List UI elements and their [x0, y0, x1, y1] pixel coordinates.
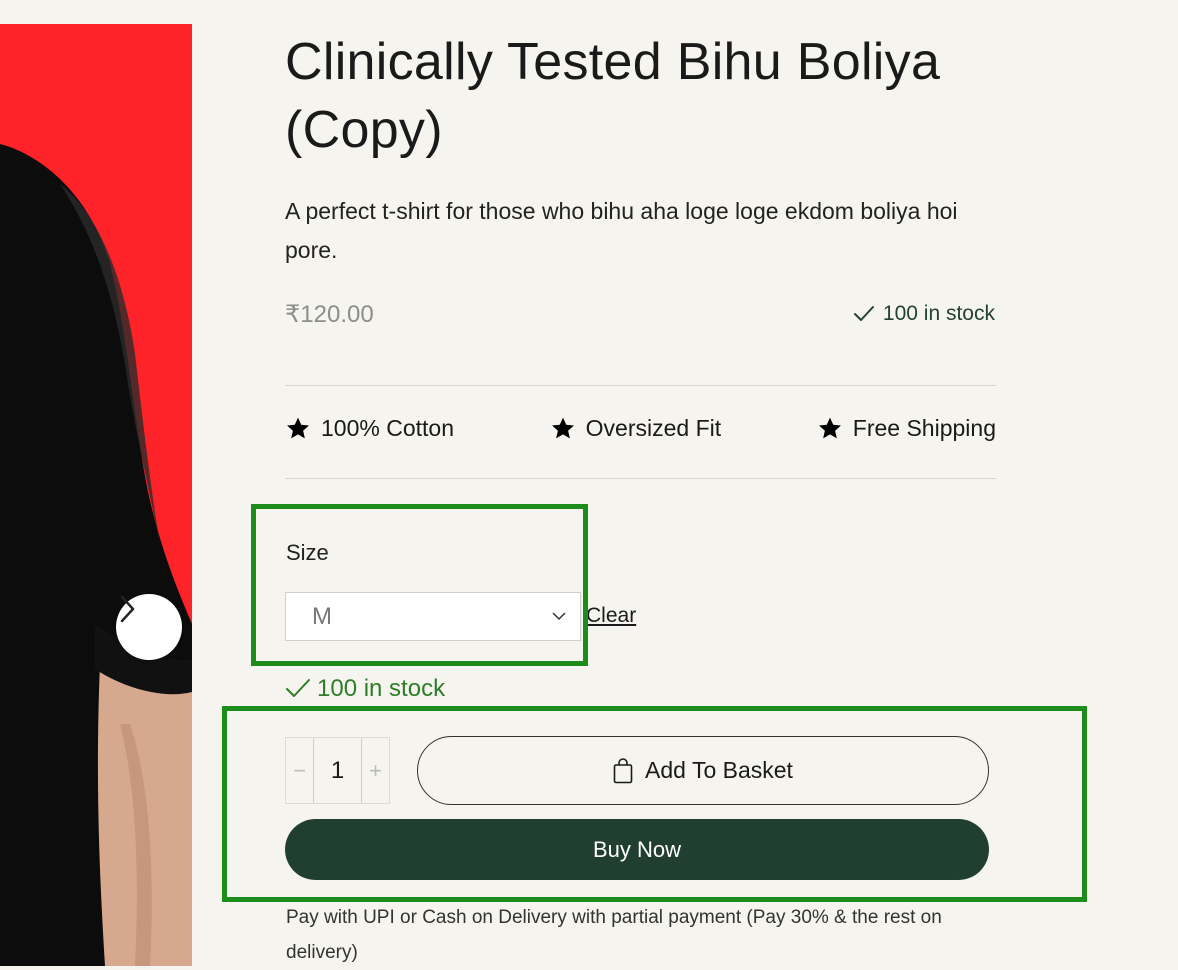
product-image	[0, 24, 192, 966]
divider	[285, 478, 996, 479]
feature-label: Oversized Fit	[585, 415, 722, 441]
next-image-button[interactable]	[116, 594, 182, 660]
clear-selection-link[interactable]: Clear	[586, 604, 636, 628]
stock-status-text: 100 in stock	[882, 302, 995, 325]
feature-list: 100% Cotton Oversized Fit Free Shipping	[285, 415, 996, 442]
variant-stock-status: 100 in stock	[285, 675, 445, 703]
feature-label: Free Shipping	[852, 415, 996, 441]
chevron-right-icon	[120, 595, 135, 623]
feature-item: Oversized Fit	[550, 415, 721, 442]
star-icon	[287, 417, 309, 439]
check-icon	[853, 306, 874, 321]
highlight-box-cart	[222, 706, 1087, 902]
check-icon	[286, 679, 310, 697]
feature-item: Free Shipping	[817, 415, 996, 442]
product-price: ₹120.00	[285, 301, 374, 328]
product-title: Clinically Tested Bihu Boliya (Copy)	[285, 33, 941, 159]
stock-status: 100 in stock	[853, 302, 995, 326]
feature-item: 100% Cotton	[285, 415, 454, 442]
divider	[285, 385, 996, 386]
star-icon	[818, 417, 841, 439]
feature-label: 100% Cotton	[321, 415, 454, 441]
payment-note: Pay with UPI or Cash on Delivery with pa…	[286, 907, 942, 963]
highlight-box-size	[251, 504, 588, 666]
tshirt-model-image	[0, 144, 192, 966]
star-icon	[551, 417, 574, 439]
product-description: A perfect t-shirt for those who bihu aha…	[285, 198, 958, 263]
variant-stock-text: 100 in stock	[317, 675, 446, 702]
